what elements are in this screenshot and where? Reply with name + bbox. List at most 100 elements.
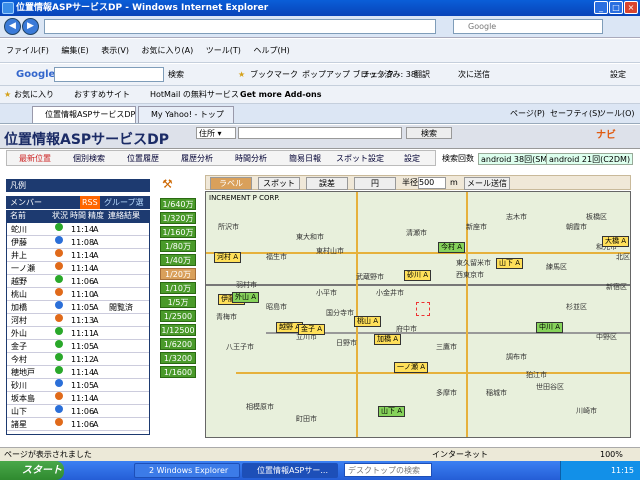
member-row[interactable]: 山下 11:06 A xyxy=(7,405,149,418)
member-row[interactable]: 坂本島 11:14 A xyxy=(7,392,149,405)
address-search-button[interactable]: 検索 xyxy=(406,127,452,139)
spot-button[interactable]: スポット xyxy=(258,177,300,190)
col-result: 連絡結果 xyxy=(108,211,140,220)
map-member-label[interactable]: 中川 A xyxy=(536,322,564,333)
map-view[interactable]: INCREMENT P CORP. 所沢市 清瀬市 東村山市 東久留米市 西東京市 武蔵野… xyxy=(205,191,631,438)
member-name: 桃山 xyxy=(11,290,27,299)
menu-tools[interactable]: ツール(T) xyxy=(206,46,241,55)
fav-item-addons[interactable]: Get more Add-ons xyxy=(240,86,322,104)
cmd-safety[interactable]: セーフティ(S) xyxy=(550,104,600,124)
zoom-level-button[interactable]: 1/20万 xyxy=(160,268,196,280)
zoom-level-button[interactable]: 1/5万 xyxy=(160,296,196,308)
minimize-button[interactable]: _ xyxy=(594,1,608,14)
zoom-level-button[interactable]: 1/160万 xyxy=(160,226,196,238)
forward-icon[interactable]: ▶ xyxy=(22,18,39,35)
member-row[interactable]: 金子 11:05 A xyxy=(7,340,149,353)
member-row[interactable]: 加橋 11:05 A 閲覧済 xyxy=(7,301,149,314)
favorites-button[interactable]: お気に入り xyxy=(14,86,54,104)
address-type-select[interactable]: 住所 ▾ xyxy=(196,127,236,139)
member-row[interactable]: 今村 11:12 A xyxy=(7,353,149,366)
close-button[interactable]: × xyxy=(624,1,638,14)
address-search-label: 検索 xyxy=(421,129,437,138)
radius-input[interactable]: 500 xyxy=(418,177,446,189)
cmd-page[interactable]: ページ(P) xyxy=(510,104,545,124)
desktop-search-input[interactable]: デスクトップの検索 xyxy=(344,463,432,477)
send-mail-button[interactable]: メール送信 xyxy=(464,177,510,190)
map-member-label[interactable]: 金子 A xyxy=(298,324,326,335)
map-member-label[interactable]: 砂川 A xyxy=(404,270,432,281)
zoom-level-button[interactable]: 1/320万 xyxy=(160,212,196,224)
nav-position-history[interactable]: 位置履歴 xyxy=(117,152,169,165)
map-member-label[interactable]: 大橋 A xyxy=(602,236,630,247)
map-member-label[interactable]: 加橋 A xyxy=(374,334,402,345)
tab-active[interactable]: 位置情報ASPサービスDP xyxy=(32,106,136,123)
member-row[interactable]: 穂地戸 11:14 A xyxy=(7,366,149,379)
member-row[interactable]: 一ノ瀬 11:14 A xyxy=(7,262,149,275)
circle-button[interactable]: 円 xyxy=(354,177,396,190)
zoom-level-button[interactable]: 1/10万 xyxy=(160,282,196,294)
menu-file[interactable]: ファイル(F) xyxy=(6,46,49,55)
zoom-level-button[interactable]: 1/2500 xyxy=(160,310,196,322)
nav-individual-search[interactable]: 個別検索 xyxy=(63,152,115,165)
member-row[interactable]: 伊藤 11:08 A xyxy=(7,236,149,249)
zoom-level-button[interactable]: 1/6200 xyxy=(160,338,196,350)
map-member-label[interactable]: 山下 A xyxy=(496,258,524,269)
tab-yahoo[interactable]: My Yahoo! - トップ xyxy=(138,106,234,123)
nav-daily-report[interactable]: 簡易日報 xyxy=(279,152,331,165)
map-member-label[interactable]: 今村 A xyxy=(438,242,466,253)
google-search-button[interactable]: 検索 xyxy=(168,64,184,86)
zoom-level-button[interactable]: 1/1600 xyxy=(160,366,196,378)
translate-button[interactable]: 翻訳 xyxy=(414,64,430,86)
menu-edit[interactable]: 編集(E) xyxy=(61,46,88,55)
zoom-level-button[interactable]: 1/40万 xyxy=(160,254,196,266)
menu-view[interactable]: 表示(V) xyxy=(101,46,129,55)
popup-blocked-button[interactable]: ポップアップ ブロック済み: 38 xyxy=(302,64,416,86)
start-button[interactable]: スタート xyxy=(0,461,64,480)
menu-favorites[interactable]: お気に入り(A) xyxy=(142,46,194,55)
map-member-label[interactable]: 外山 A xyxy=(232,292,260,303)
cmd-tools[interactable]: ツール(O) xyxy=(598,104,635,124)
map-member-label[interactable]: 一ノ瀬 A xyxy=(394,362,429,373)
task-explorer[interactable]: 2 Windows Explorer xyxy=(134,463,240,478)
nav-latest[interactable]: 最新位置 xyxy=(9,152,61,165)
fav-item-recommended[interactable]: おすすめサイト xyxy=(74,86,130,104)
maximize-button[interactable]: □ xyxy=(609,1,623,14)
zoom-level-button[interactable]: 1/80万 xyxy=(160,240,196,252)
member-row[interactable]: 外山 11:11 A xyxy=(7,327,149,340)
nav-time-analysis[interactable]: 時間分析 xyxy=(225,152,277,165)
back-icon[interactable]: ◀ xyxy=(4,18,21,35)
nav-settings[interactable]: 設定 xyxy=(389,152,435,165)
member-row[interactable]: 河村 11:13 A xyxy=(7,314,149,327)
zoom-level-button[interactable]: 1/3200 xyxy=(160,352,196,364)
google-search-input[interactable] xyxy=(54,67,164,82)
member-row[interactable]: 井上 11:14 A xyxy=(7,249,149,262)
zoom-level-button[interactable]: 1/12500 xyxy=(160,324,196,336)
nav-spot-settings[interactable]: スポット設定 xyxy=(333,152,387,165)
settings-button[interactable]: 設定 xyxy=(610,64,626,86)
url-input[interactable] xyxy=(44,19,436,34)
error-button[interactable]: 誤差 xyxy=(306,177,348,190)
member-row[interactable]: 桃山 11:10 A xyxy=(7,288,149,301)
browser-search-input[interactable]: Google xyxy=(453,19,603,34)
member-row[interactable]: 諸星 11:06 A xyxy=(7,418,149,431)
map-member-label[interactable]: 桃山 A xyxy=(354,316,382,327)
member-time: 11:14 xyxy=(71,225,95,234)
legend-header[interactable]: 凡例 xyxy=(6,179,150,192)
label-button[interactable]: ラベル xyxy=(210,177,252,190)
map-member-label[interactable]: 山下 A xyxy=(378,406,406,417)
send-button[interactable]: 次に送信 xyxy=(458,64,490,86)
nav-history-analysis[interactable]: 履歴分析 xyxy=(171,152,223,165)
status-zoom[interactable]: 100% xyxy=(600,448,623,461)
fav-item-hotmail[interactable]: HotMail の無料サービス xyxy=(150,86,239,104)
check-button[interactable]: チェック xyxy=(362,64,394,86)
member-row[interactable]: 越野 11:06 A xyxy=(7,275,149,288)
map-member-label[interactable]: 河村 A xyxy=(214,252,242,263)
zoom-level-button[interactable]: 1/640万 xyxy=(160,198,196,210)
member-row[interactable]: 砂川 11:05 A xyxy=(7,379,149,392)
member-row[interactable]: 蛇川 11:14 A xyxy=(7,223,149,236)
bookmark-button[interactable]: ブックマーク xyxy=(250,64,298,86)
task-browser[interactable]: 位置情報ASPサー... xyxy=(242,463,338,478)
address-search-input[interactable] xyxy=(238,127,402,139)
rss-badge[interactable]: RSS xyxy=(80,196,100,209)
menu-help[interactable]: ヘルプ(H) xyxy=(253,46,289,55)
